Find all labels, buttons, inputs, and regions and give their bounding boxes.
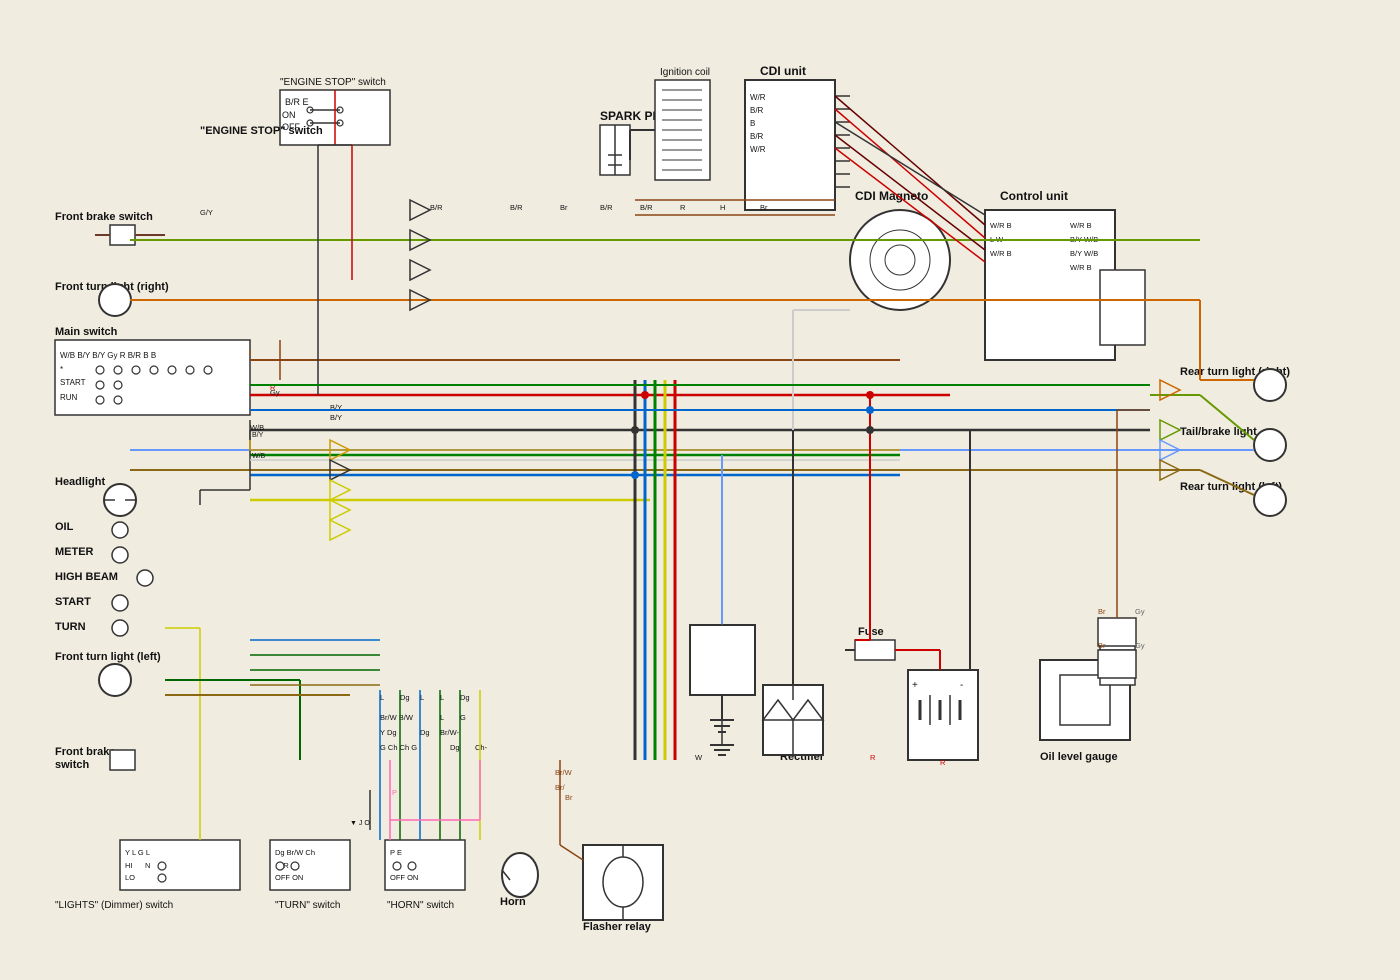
svg-text:W/B B/Y B/Y Gy R B/R B B: W/B B/Y B/Y Gy R B/R B B [60, 351, 156, 360]
svg-text:Br: Br [1098, 607, 1106, 616]
svg-text:OFF ON: OFF ON [390, 873, 418, 882]
svg-text:B/R: B/R [750, 132, 764, 141]
svg-text:G: G [460, 713, 466, 722]
svg-text:W/R B: W/R B [1070, 263, 1092, 272]
svg-text:Gy: Gy [1135, 607, 1145, 616]
svg-text:RUN: RUN [60, 393, 78, 402]
svg-text:B/Y: B/Y [252, 432, 264, 439]
svg-text:Br: Br [760, 203, 768, 212]
svg-text:P E: P E [390, 848, 402, 857]
svg-text:"HORN" switch: "HORN" switch [387, 900, 454, 911]
svg-text:Ch-: Ch- [475, 743, 488, 752]
svg-text:START: START [60, 378, 86, 387]
svg-text:G Ch Ch G: G Ch Ch G [380, 743, 417, 752]
svg-text:"LIGHTS" (Dimmer) switch: "LIGHTS" (Dimmer) switch [55, 900, 173, 911]
svg-text:N: N [145, 861, 150, 870]
svg-text:Front brake: Front brake [55, 746, 116, 758]
svg-text:Dg: Dg [420, 728, 430, 737]
svg-text:R: R [680, 203, 686, 212]
svg-text:Oil level gauge: Oil level gauge [1040, 751, 1118, 763]
svg-text:B/R: B/R [750, 106, 764, 115]
svg-text:"ENGINE STOP" switch: "ENGINE STOP" switch [280, 77, 386, 88]
svg-text:METER: METER [55, 546, 94, 558]
svg-text:W/R: W/R [750, 145, 766, 154]
svg-text:B: B [750, 119, 755, 128]
svg-text:Y Dg: Y Dg [380, 728, 397, 737]
svg-text:R: R [870, 753, 876, 762]
svg-text:Ignition coil: Ignition coil [660, 67, 710, 78]
svg-text:*: * [60, 365, 63, 374]
svg-text:Main switch: Main switch [55, 326, 118, 338]
svg-text:"TURN" switch: "TURN" switch [275, 900, 340, 911]
wiring-diagram-page: WIRING DIAGRAM Yamaha QT50 CDI MAGNETO L… [0, 0, 1400, 980]
svg-text:TURN: TURN [55, 621, 86, 633]
svg-text:W/R: W/R [750, 93, 766, 102]
svg-text:B/R E: B/R E [285, 97, 309, 107]
svg-text:Y L G L: Y L G L [125, 848, 150, 857]
svg-text:HIGH BEAM: HIGH BEAM [55, 571, 118, 583]
svg-text:Br: Br [565, 793, 573, 802]
engine-stop-label: "ENGINE STOP" switch [200, 125, 323, 137]
svg-text:-: - [960, 680, 963, 691]
svg-text:B/R: B/R [640, 203, 653, 212]
svg-text:W/B: W/B [250, 423, 264, 432]
svg-text:W/R B: W/R B [990, 221, 1012, 230]
svg-text:Dg Br/W Ch: Dg Br/W Ch [275, 848, 315, 857]
svg-text:B/R: B/R [600, 203, 613, 212]
svg-text:ON: ON [282, 110, 296, 120]
svg-text:START: START [55, 596, 91, 608]
svg-text:Front brake switch: Front brake switch [55, 211, 153, 223]
svg-text:W: W [695, 753, 703, 762]
svg-text:▼ J O: ▼ J O [350, 820, 370, 827]
svg-text:HI: HI [125, 861, 133, 870]
svg-text:R: R [940, 758, 946, 767]
svg-text:Control unit: Control unit [1000, 189, 1068, 203]
svg-text:B/R: B/R [510, 203, 523, 212]
svg-text:Br/W-: Br/W- [440, 728, 460, 737]
svg-text:OIL: OIL [55, 521, 74, 533]
svg-text:Br/W B/W: Br/W B/W [380, 713, 414, 722]
svg-text:LO: LO [125, 873, 135, 882]
svg-text:Flasher relay: Flasher relay [583, 921, 652, 933]
svg-text:B/Y: B/Y [330, 413, 342, 422]
svg-text:W/R B: W/R B [1070, 221, 1092, 230]
svg-text:Br: Br [560, 203, 568, 212]
svg-text:Dg: Dg [400, 693, 410, 702]
svg-text:Dg: Dg [450, 743, 460, 752]
svg-text:Headlight: Headlight [55, 476, 105, 488]
svg-text:switch: switch [55, 759, 90, 771]
svg-text:W/R B: W/R B [990, 249, 1012, 258]
svg-text:B/Y W/B: B/Y W/B [1070, 249, 1098, 258]
svg-text:Dg: Dg [460, 693, 470, 702]
svg-text:P: P [392, 788, 397, 797]
wiring-svg: "ENGINE STOP" switch B/R E ON OFF SPARK … [0, 0, 1400, 980]
svg-text:B/R: B/R [430, 203, 443, 212]
svg-text:Br: Br [1098, 641, 1106, 650]
svg-text:W/B: W/B [252, 453, 266, 460]
svg-text:CDI unit: CDI unit [760, 64, 806, 78]
svg-text:OFF ON: OFF ON [275, 873, 303, 882]
svg-text:Br/W: Br/W [555, 768, 573, 777]
svg-text:H: H [720, 203, 725, 212]
svg-text:Gy: Gy [1135, 641, 1145, 650]
svg-text:+: + [912, 680, 918, 691]
svg-text:Front turn light (left): Front turn light (left) [55, 651, 161, 663]
svg-text:G/Y: G/Y [200, 208, 213, 217]
